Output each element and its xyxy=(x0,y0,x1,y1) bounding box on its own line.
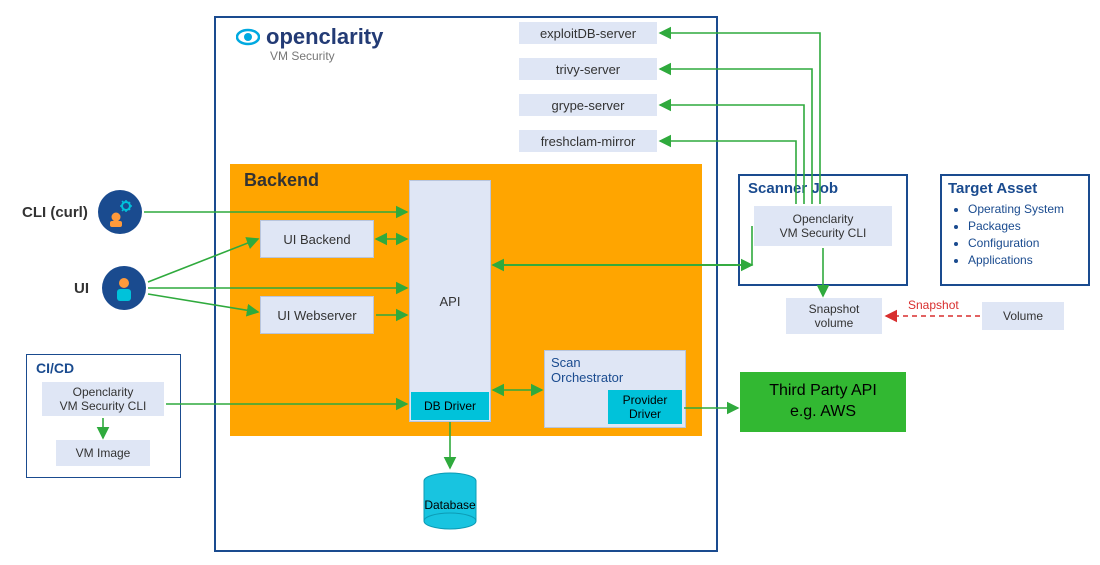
server-label: exploitDB-server xyxy=(540,26,636,41)
api-label: API xyxy=(440,294,461,309)
server-freshclam: freshclam-mirror xyxy=(519,130,657,152)
target-bullet: Packages xyxy=(968,219,1064,233)
ui-backend-box: UI Backend xyxy=(260,220,374,258)
target-bullet: Configuration xyxy=(968,236,1064,250)
person-icon xyxy=(109,273,139,303)
snapshot-volume-label: Snapshot volume xyxy=(809,302,860,330)
scanner-title: Scanner Job xyxy=(748,180,838,197)
scanner-cli-box: Openclarity VM Security CLI xyxy=(754,206,892,246)
ui-webserver-box: UI Webserver xyxy=(260,296,374,334)
brand-name: openclarity xyxy=(266,24,383,50)
target-bullets: Operating System Packages Configuration … xyxy=(952,202,1064,270)
db-driver-box: DB Driver xyxy=(411,392,489,420)
snapshot-volume-box: Snapshot volume xyxy=(786,298,882,334)
third-party-api-box: Third Party API e.g. AWS xyxy=(740,372,906,432)
ui-user-icon xyxy=(102,266,146,310)
volume-box: Volume xyxy=(982,302,1064,330)
ui-backend-label: UI Backend xyxy=(283,232,350,247)
ui-label: UI xyxy=(74,280,89,297)
ui-webserver-label: UI Webserver xyxy=(277,308,356,323)
target-title: Target Asset xyxy=(948,180,1037,197)
brand-logo: openclarity xyxy=(236,24,383,50)
server-grype: grype-server xyxy=(519,94,657,116)
cicd-vmimage-box: VM Image xyxy=(56,440,150,466)
brand-subtitle: VM Security xyxy=(270,49,335,63)
cicd-cli-box: Openclarity VM Security CLI xyxy=(42,382,164,416)
snapshot-arrow-label: Snapshot xyxy=(908,298,959,312)
cicd-title: CI/CD xyxy=(36,360,74,376)
cli-curl-label: CLI (curl) xyxy=(22,204,88,221)
server-label: grype-server xyxy=(552,98,625,113)
server-trivy: trivy-server xyxy=(519,58,657,80)
eye-icon xyxy=(236,25,260,49)
server-exploitdb: exploitDB-server xyxy=(519,22,657,44)
backend-title: Backend xyxy=(244,170,319,191)
scanner-cli-label: Openclarity VM Security CLI xyxy=(780,212,867,240)
server-label: freshclam-mirror xyxy=(541,134,636,149)
api-box: API xyxy=(409,180,491,422)
database-cylinder: Database xyxy=(422,472,478,532)
provider-driver-label: Provider Driver xyxy=(623,393,668,421)
gear-person-icon xyxy=(105,197,135,227)
target-bullet: Operating System xyxy=(968,202,1064,216)
scan-orch-label: Scan Orchestrator xyxy=(545,351,685,389)
target-bullet: Applications xyxy=(968,253,1064,267)
cicd-cli-label: Openclarity VM Security CLI xyxy=(60,385,147,413)
database-label: Database xyxy=(422,498,478,512)
provider-driver-box: Provider Driver xyxy=(608,390,682,424)
volume-label: Volume xyxy=(1003,309,1043,323)
server-label: trivy-server xyxy=(556,62,620,77)
cli-user-icon xyxy=(98,190,142,234)
cicd-vmimage-label: VM Image xyxy=(76,446,131,460)
db-driver-label: DB Driver xyxy=(424,399,476,413)
tpapi-label: Third Party API e.g. AWS xyxy=(769,381,877,423)
